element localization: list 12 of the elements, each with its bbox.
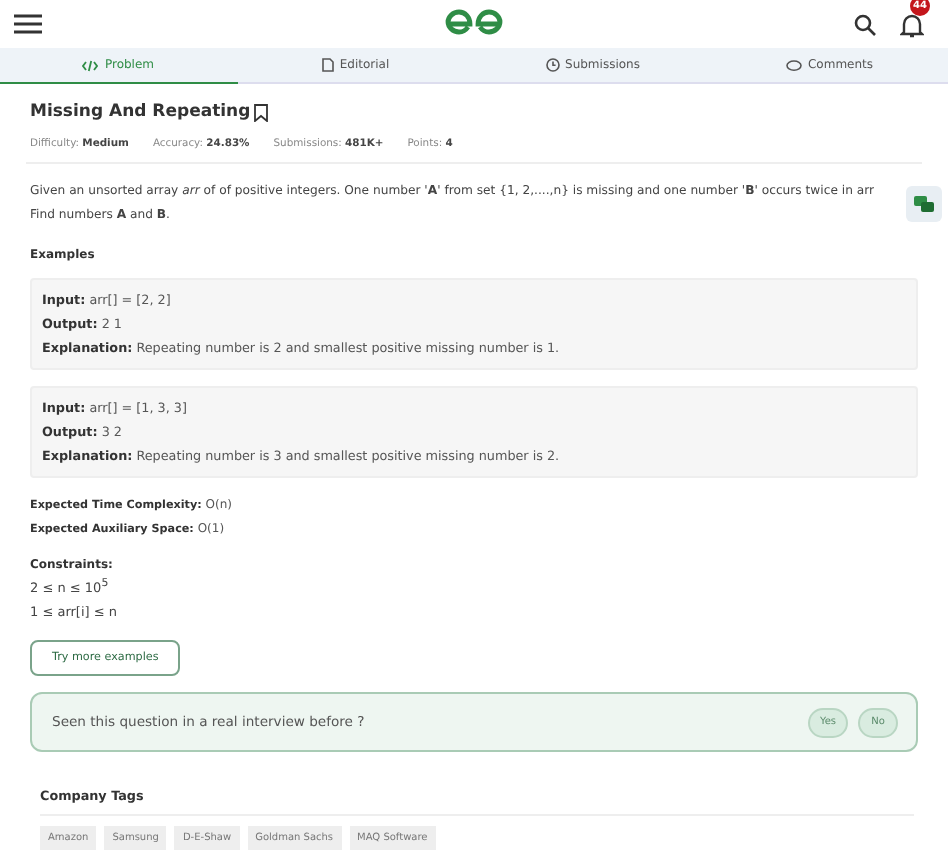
logo-icon[interactable] bbox=[444, 8, 504, 36]
search-icon[interactable] bbox=[854, 13, 876, 35]
menu-icon[interactable] bbox=[14, 14, 42, 34]
problem-title: Missing And Repeating bbox=[30, 102, 251, 122]
code-icon bbox=[82, 59, 99, 71]
bell-icon[interactable] bbox=[900, 12, 924, 38]
clock-icon bbox=[545, 58, 560, 72]
document-icon bbox=[321, 58, 334, 72]
chat-button[interactable] bbox=[906, 186, 942, 222]
comment-icon bbox=[785, 59, 802, 71]
bookmark-icon[interactable] bbox=[254, 103, 269, 121]
chat-icon bbox=[914, 195, 934, 213]
